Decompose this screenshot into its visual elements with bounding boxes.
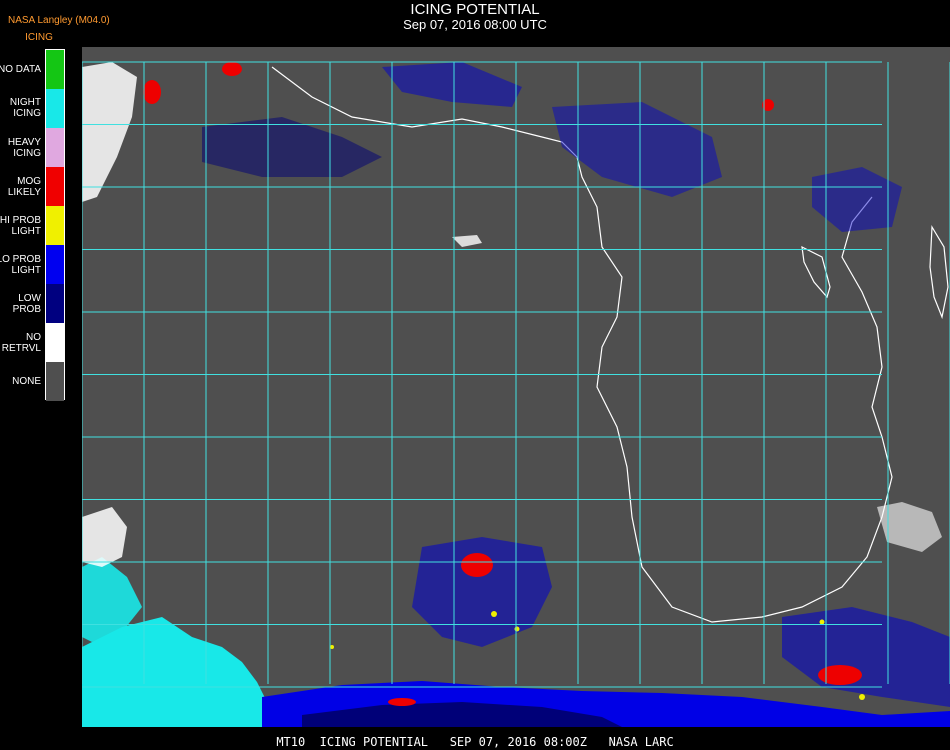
hi-prob-spot xyxy=(859,694,865,700)
valid-time: Sep 07, 2016 08:00 UTC xyxy=(403,17,547,32)
legend-label-low-prob: LOW PROB xyxy=(12,293,41,315)
legend-label-night-icing: NIGHT ICING xyxy=(9,97,41,119)
mog-spot xyxy=(222,62,242,76)
hi-prob-spot xyxy=(819,619,825,625)
legend-swatch-none xyxy=(46,362,64,401)
legend-label-no-retrvl: NO RETRVL xyxy=(1,332,41,354)
lo-prob-cluster-southeast xyxy=(782,607,950,707)
legend-label-lo-prob-light: LO PROB LIGHT xyxy=(0,254,41,276)
legend-swatch-hi-prob-light xyxy=(46,206,64,245)
legend-swatch-no-data xyxy=(46,50,64,89)
no-retrieval-area xyxy=(877,502,942,552)
legend-label-mog-likely: MOG LIKELY xyxy=(7,176,41,198)
legend-label-heavy-icing: HEAVY ICING xyxy=(7,137,41,159)
mog-spot xyxy=(818,665,862,685)
legend-swatch-low-prob xyxy=(46,284,64,323)
icing-map xyxy=(82,47,950,727)
hi-prob-spot xyxy=(491,611,497,617)
legend-swatch-lo-prob-light xyxy=(46,245,64,284)
lo-prob-cluster-south-center xyxy=(412,537,552,647)
legend-swatch-no-retrvl xyxy=(46,323,64,362)
no-retrieval-area xyxy=(82,62,137,202)
legend-swatch-night-icing xyxy=(46,89,64,128)
map-canvas xyxy=(82,61,950,727)
legend-label-none: NONE xyxy=(12,376,41,387)
legend-swatch-heavy-icing xyxy=(46,128,64,167)
hi-prob-spot xyxy=(330,645,334,649)
mog-spot xyxy=(143,80,161,104)
mog-spot xyxy=(388,698,416,706)
product-label: ICING xyxy=(25,32,53,43)
lake-outline xyxy=(929,224,949,320)
legend-color-bar xyxy=(45,49,65,401)
lo-prob-patch-north xyxy=(382,62,522,107)
mog-spot xyxy=(461,553,493,577)
producer-label: NASA Langley (M04.0) xyxy=(8,15,110,26)
legend-swatch-mog-likely xyxy=(46,167,64,206)
hi-prob-spot xyxy=(514,626,520,632)
footer-caption: MT10 ICING POTENTIAL SEP 07, 2016 08:00Z… xyxy=(276,735,674,749)
no-retrieval-area xyxy=(452,235,482,247)
legend-label-no-data: NO DATA xyxy=(0,64,41,75)
product-title: ICING POTENTIAL xyxy=(410,1,540,18)
legend-label-hi-prob-light: HI PROB LIGHT xyxy=(0,215,41,237)
low-prob-patch xyxy=(202,117,382,177)
no-retrieval-area xyxy=(82,507,127,567)
